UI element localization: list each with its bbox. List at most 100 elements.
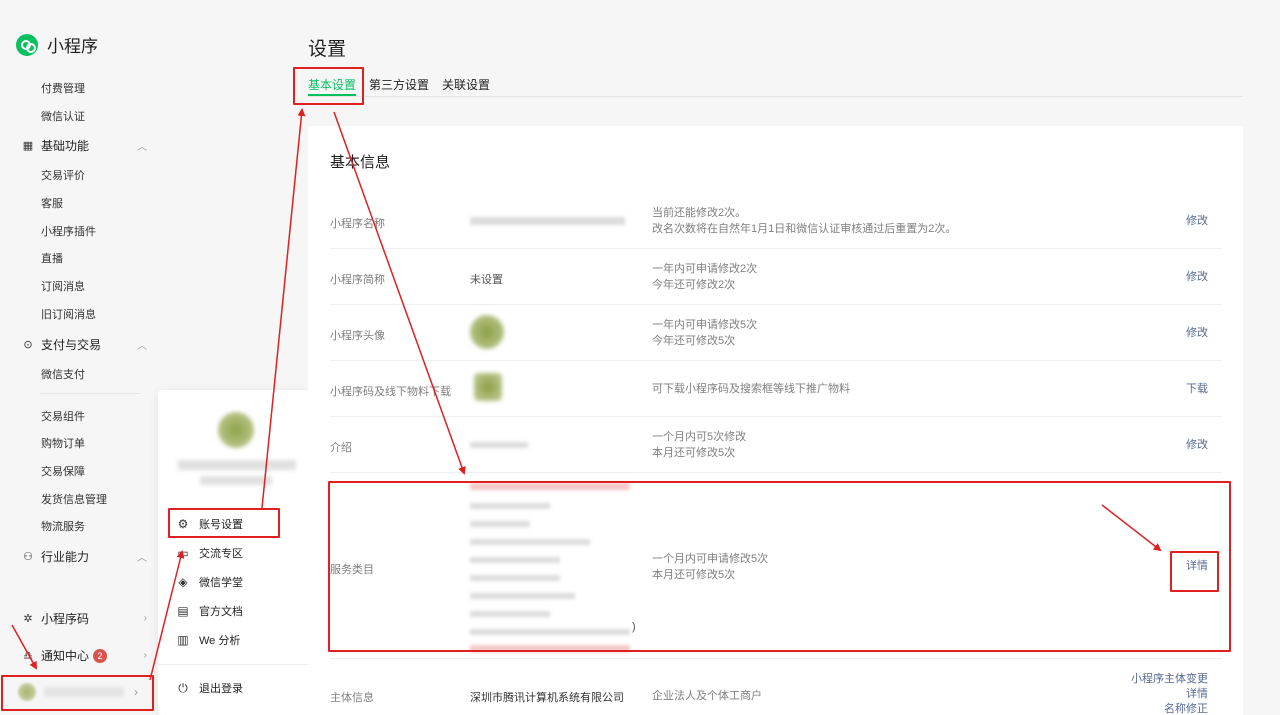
entity-name-correction-link[interactable]: 名称修正 [1131, 702, 1208, 715]
sidebar-item-payment-management[interactable]: 付费管理 [41, 80, 85, 96]
sidebar-item-notify[interactable]: ♎ 通知中心 2 › [22, 647, 147, 664]
sidebar-group-label: 行业能力 [41, 550, 90, 564]
industry-icon: ⚇ [23, 550, 33, 563]
row-label: 小程序简称 [330, 274, 385, 286]
annotation-box-account-row [1, 675, 154, 711]
download-qrcode-link[interactable]: 下载 [1186, 382, 1208, 397]
sidebar-item-qrcode[interactable]: ✲ 小程序码 › [22, 610, 147, 627]
intro-redacted [470, 442, 528, 448]
menu-item-logout[interactable]: ⏻ 退出登录 [176, 680, 243, 696]
row-label: 小程序头像 [330, 330, 385, 342]
sidebar-group-basic[interactable]: ▦ 基础功能 ︿ [22, 137, 147, 154]
row-value: 深圳市腾讯计算机系统有限公司 [470, 692, 624, 704]
row-description: 一年内可申请修改5次 今年还可修改5次 [652, 317, 757, 349]
info-row-avatar: 小程序头像 一年内可申请修改5次 今年还可修改5次 修改 [330, 305, 1222, 361]
edit-avatar-link[interactable]: 修改 [1186, 326, 1208, 341]
annotation-box-detail-link [1170, 551, 1219, 592]
pay-icon: ⊙ [23, 338, 33, 351]
menu-item-label: 官方文档 [199, 606, 243, 618]
menu-item-community[interactable]: ▭ 交流专区 [176, 545, 243, 561]
annotation-box-basic-settings [293, 67, 364, 105]
tab-linked-settings[interactable]: 关联设置 [442, 76, 490, 93]
row-label: 小程序码及线下物料下载 [330, 386, 451, 398]
info-row-qrcode: 小程序码及线下物料下载 可下载小程序码及搜索框等线下推广物料 下载 [330, 361, 1222, 417]
sidebar-item-logistics[interactable]: 物流服务 [41, 518, 85, 534]
info-row-intro: 介绍 一个月内可5次修改 本月还可修改5次 修改 [330, 417, 1222, 473]
qrcode-icon: ✲ [23, 612, 33, 625]
mini-program-name-redacted [470, 217, 625, 225]
chat-icon: ▭ [177, 546, 189, 560]
sidebar-item-wechat-verify[interactable]: 微信认证 [41, 108, 85, 124]
info-row-entity: 主体信息 深圳市腾讯计算机系统有限公司 企业法人及个体工商户 小程序主体变更 详… [330, 659, 1222, 715]
avatar [470, 315, 504, 349]
sidebar-item-live[interactable]: 直播 [41, 250, 63, 266]
row-description: 一年内可申请修改2次 今年还可修改2次 [652, 261, 757, 293]
menu-item-label: We 分析 [199, 635, 241, 647]
row-desc-line: 改名次数将在自然年1月1日和微信认证审核通过后重置为2次。 [652, 223, 957, 235]
settings-tabs: 基本设置 第三方设置 关联设置 [308, 74, 1243, 97]
row-desc-line: 本月还可修改5次 [652, 447, 736, 459]
sidebar-item-trade-review[interactable]: 交易评价 [41, 167, 85, 183]
chevron-up-icon: ︿ [137, 341, 147, 352]
avatar [218, 412, 254, 448]
row-label: 小程序名称 [330, 218, 385, 230]
bell-icon: ♎ [23, 649, 33, 662]
sidebar-item-plugins[interactable]: 小程序插件 [41, 223, 96, 239]
analytics-icon: ▥ [177, 633, 189, 647]
entity-actions: 小程序主体变更 详情 名称修正 [1131, 672, 1208, 715]
edit-name-link[interactable]: 修改 [1186, 214, 1208, 229]
menu-divider [158, 664, 314, 665]
menu-item-label: 微信学堂 [199, 577, 243, 589]
card-title: 基本信息 [330, 154, 391, 171]
row-desc-line: 一年内可申请修改2次 [652, 263, 758, 275]
sidebar-item-trade-guarantee[interactable]: 交易保障 [41, 463, 85, 479]
menu-item-we-analytics[interactable]: ▥ We 分析 [176, 632, 240, 648]
sidebar: 小程序 付费管理 微信认证 ▦ 基础功能 ︿ 交易评价 客服 小程序插件 直播 … [0, 0, 158, 715]
brand[interactable]: 小程序 [16, 32, 98, 57]
row-desc-line: 可下载小程序码及搜索框等线下推广物料 [652, 383, 850, 395]
sidebar-item-wechat-pay[interactable]: 微信支付 [41, 366, 85, 382]
sidebar-item-shipping-info[interactable]: 发货信息管理 [41, 491, 107, 507]
sidebar-group-industry[interactable]: ⚇ 行业能力 ︿ [22, 548, 147, 565]
row-value: 未设置 [470, 274, 503, 286]
sidebar-item-shopping-order[interactable]: 购物订单 [41, 435, 85, 451]
row-description: 可下载小程序码及搜索框等线下推广物料 [652, 381, 850, 397]
menu-item-academy[interactable]: ◈ 微信学堂 [176, 574, 243, 590]
sidebar-item-trade-component[interactable]: 交易组件 [41, 408, 85, 424]
row-description: 企业法人及个体工商户 [652, 688, 762, 704]
menu-item-docs[interactable]: ▤ 官方文档 [176, 603, 243, 619]
row-desc-line: 企业法人及个体工商户 [652, 690, 762, 702]
row-desc-line: 当前还能修改2次。 [652, 207, 747, 219]
sidebar-item-subscribe-msg[interactable]: 订阅消息 [41, 278, 85, 294]
entity-change-link[interactable]: 小程序主体变更 [1131, 672, 1208, 687]
sidebar-item-label: 小程序码 [41, 612, 90, 626]
edit-short-name-link[interactable]: 修改 [1186, 270, 1208, 285]
brand-name: 小程序 [47, 37, 98, 56]
qrcode-thumbnail [474, 373, 502, 401]
power-icon: ⏻ [178, 680, 188, 695]
graduation-cap-icon: ◈ [178, 575, 188, 589]
sidebar-group-label: 支付与交易 [41, 338, 102, 352]
row-description: 当前还能修改2次。 改名次数将在自然年1月1日和微信认证审核通过后重置为2次。 [652, 205, 956, 237]
page-title: 设置 [308, 39, 347, 60]
annotation-box-account-settings [168, 508, 280, 538]
sidebar-group-label: 基础功能 [41, 139, 90, 153]
sidebar-item-label: 通知中心 [41, 649, 90, 663]
chevron-right-icon: › [143, 650, 147, 661]
row-desc-line: 一年内可申请修改5次 [652, 319, 758, 331]
menu-item-label: 交流专区 [199, 548, 243, 560]
chevron-up-icon: ︿ [137, 553, 147, 564]
sidebar-item-old-subscribe-msg[interactable]: 旧订阅消息 [41, 306, 96, 322]
tab-third-party-settings[interactable]: 第三方设置 [369, 76, 429, 93]
entity-detail-link[interactable]: 详情 [1131, 687, 1208, 702]
grid-icon: ▦ [22, 139, 34, 152]
notification-badge: 2 [93, 648, 108, 663]
info-row-short-name: 小程序简称 未设置 一年内可申请修改2次 今年还可修改2次 修改 [330, 249, 1222, 305]
chevron-right-icon: › [143, 613, 147, 624]
row-description: 一个月内可5次修改 本月还可修改5次 [652, 429, 746, 461]
menu-item-label: 退出登录 [199, 683, 243, 695]
edit-intro-link[interactable]: 修改 [1186, 438, 1208, 453]
sidebar-group-pay[interactable]: ⊙ 支付与交易 ︿ [22, 336, 147, 353]
sidebar-item-customer-service[interactable]: 客服 [41, 195, 63, 211]
mini-program-logo-icon [16, 33, 38, 56]
